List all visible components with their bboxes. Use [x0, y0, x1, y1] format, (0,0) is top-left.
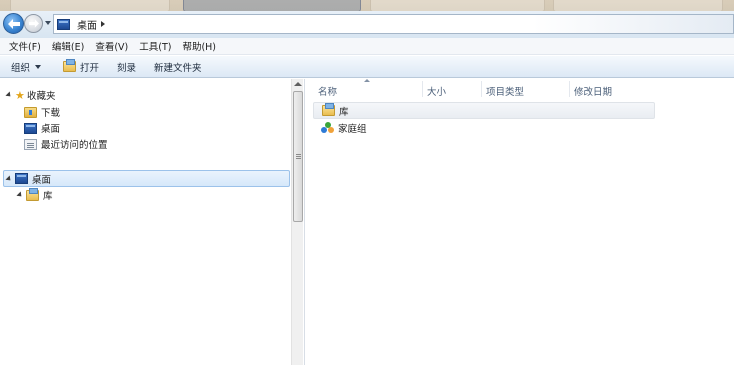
menu-view[interactable]: 查看(V) — [90, 39, 134, 53]
navigation-bar: 桌面 — [0, 11, 734, 38]
menu-help[interactable]: 帮助(H) — [177, 39, 222, 53]
breadcrumb-chevron-icon[interactable] — [101, 21, 105, 27]
tree-item-desktop[interactable]: 桌面 — [3, 170, 290, 187]
tree-item-recent-places[interactable]: 最近访问的位置 — [24, 136, 108, 152]
tree-label: 下载 — [41, 108, 61, 119]
tree-item-favorites[interactable]: ★ 收藏夹 — [5, 87, 56, 103]
window-titlebar: 桌面 — [0, 0, 734, 38]
downloads-folder-icon — [24, 106, 37, 118]
desktop-icon — [24, 122, 37, 134]
file-name: 库 — [339, 106, 349, 118]
organize-button[interactable]: 组织 — [11, 60, 42, 74]
column-header-size[interactable]: 大小 — [427, 83, 446, 99]
scroll-thumb[interactable] — [293, 91, 303, 222]
breadcrumb-desktop[interactable]: 桌面 — [77, 17, 97, 32]
burn-label: 刻录 — [117, 62, 137, 74]
tree-label: 收藏夹 — [27, 91, 56, 102]
expander-icon[interactable] — [16, 191, 24, 199]
chevron-down-icon — [35, 64, 42, 69]
expander-icon[interactable] — [5, 91, 13, 99]
column-header-modified[interactable]: 修改日期 — [574, 83, 612, 99]
tree-label: 库 — [43, 191, 53, 202]
forward-button[interactable] — [24, 14, 43, 33]
navigation-scrollbar[interactable] — [291, 79, 303, 365]
library-icon — [63, 59, 77, 72]
scroll-up-arrow-icon[interactable] — [294, 82, 302, 86]
list-item[interactable]: 家庭组 — [313, 119, 655, 136]
navigation-pane: ★ 收藏夹 下载 桌面 最近访问的位置 桌面 库 — [0, 79, 291, 365]
library-icon — [322, 103, 335, 116]
homegroup-icon — [321, 121, 334, 134]
sort-ascending-icon — [364, 79, 370, 82]
tree-label: 桌面 — [32, 174, 52, 186]
open-button[interactable]: 打开 — [63, 59, 100, 74]
menu-edit[interactable]: 编辑(E) — [47, 39, 90, 53]
column-header-type[interactable]: 项目类型 — [486, 83, 524, 99]
open-label: 打开 — [80, 62, 100, 74]
menu-bar: 文件(F) 编辑(E) 查看(V) 工具(T) 帮助(H) — [0, 38, 734, 55]
back-arrow-icon — [7, 18, 20, 29]
expander-icon[interactable] — [5, 174, 13, 183]
file-list-pane: 名称 大小 项目类型 修改日期 库 家庭组 — [304, 79, 734, 365]
recent-pages-dropdown[interactable] — [45, 21, 51, 25]
library-icon — [26, 187, 39, 201]
forward-arrow-icon — [28, 19, 39, 28]
tree-item-libraries[interactable]: 库 — [16, 187, 53, 203]
organize-label: 组织 — [11, 62, 31, 74]
command-toolbar: 组织 打开 刻录 新建文件夹 — [0, 56, 734, 78]
grip-icon — [296, 154, 301, 155]
list-item[interactable]: 库 — [313, 102, 655, 119]
new-folder-label: 新建文件夹 — [154, 62, 202, 74]
column-header-name[interactable]: 名称 — [318, 83, 337, 99]
tree-label: 最近访问的位置 — [41, 140, 108, 151]
menu-file[interactable]: 文件(F) — [4, 39, 47, 53]
address-bar[interactable]: 桌面 — [53, 14, 734, 34]
menu-tools[interactable]: 工具(T) — [134, 39, 177, 53]
file-name: 家庭组 — [338, 123, 367, 135]
tree-item-downloads[interactable]: 下载 — [24, 104, 60, 120]
desktop-icon — [57, 18, 70, 30]
recent-places-icon — [24, 138, 37, 150]
burn-button[interactable]: 刻录 — [117, 60, 136, 74]
desktop-icon — [15, 173, 28, 184]
star-icon: ★ — [15, 88, 25, 102]
tree-label: 桌面 — [41, 124, 61, 135]
back-button[interactable] — [3, 13, 24, 34]
tree-item-desktop-favorite[interactable]: 桌面 — [24, 120, 60, 136]
new-folder-button[interactable]: 新建文件夹 — [154, 60, 202, 74]
